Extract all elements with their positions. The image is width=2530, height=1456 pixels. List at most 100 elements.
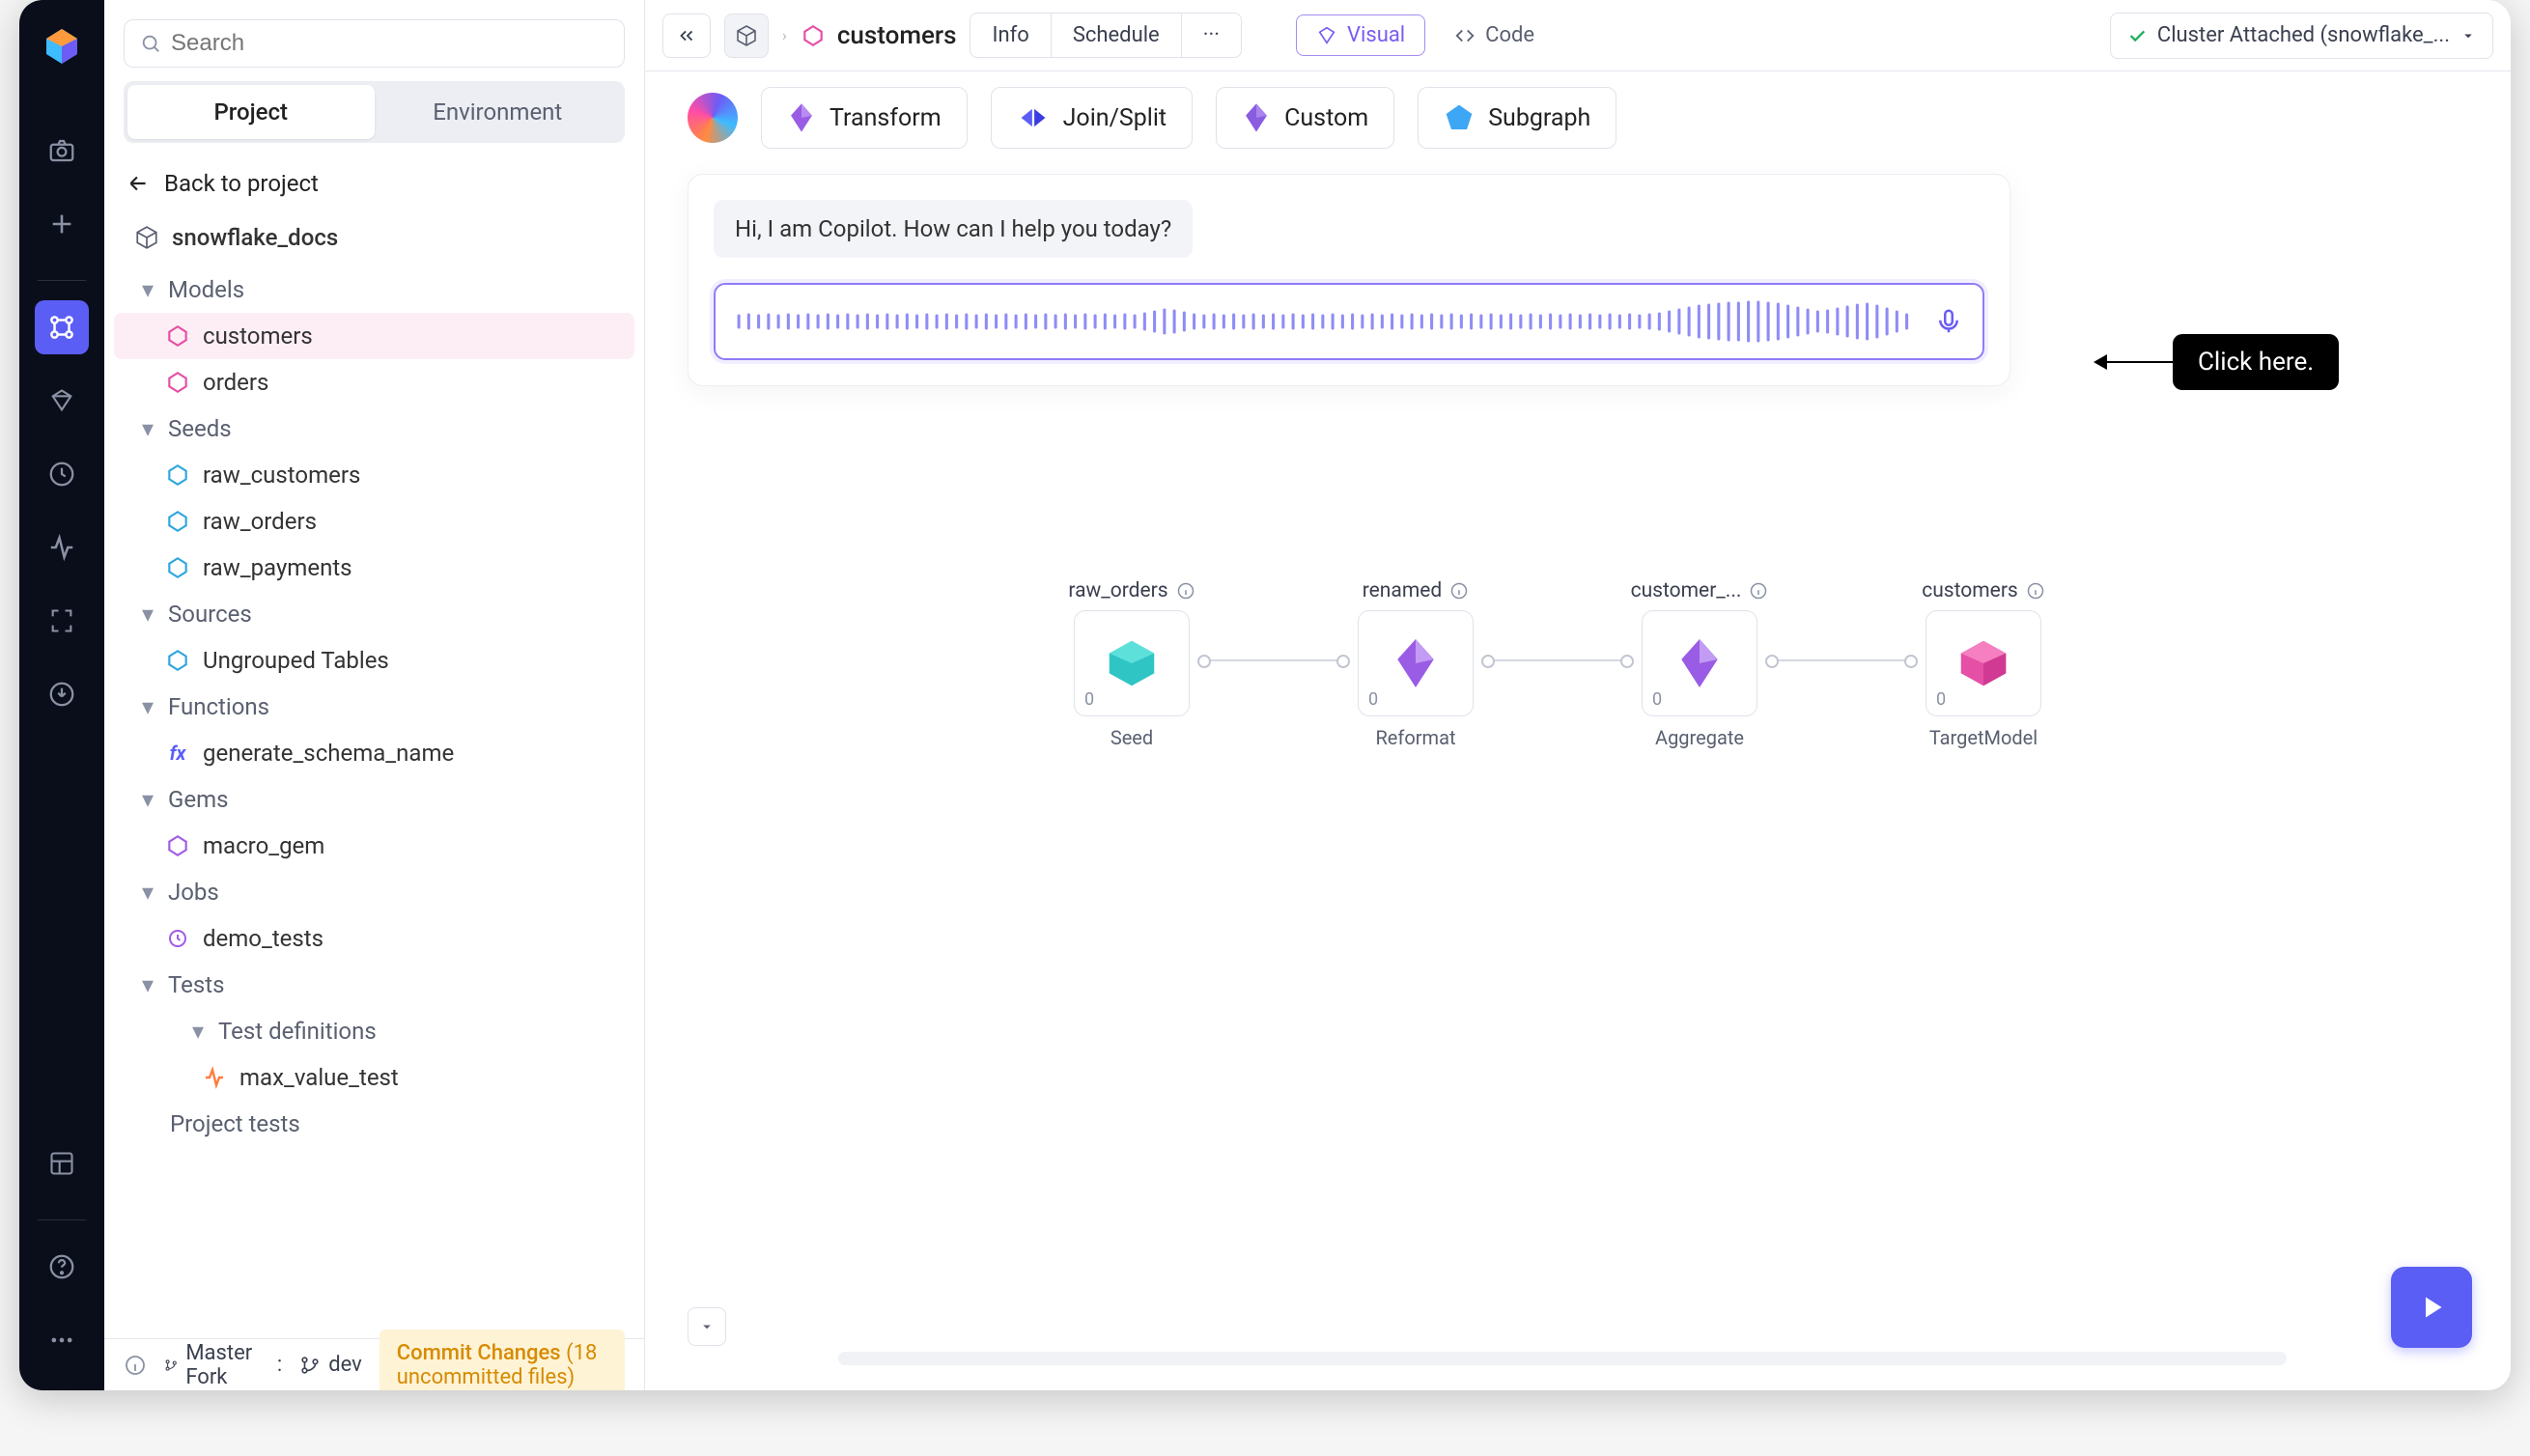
tree-section-test-definitions[interactable]: ▾ Test definitions: [104, 1008, 644, 1054]
hexagon-icon: [164, 554, 191, 581]
tree-item-generate-schema-name[interactable]: fx generate_schema_name: [104, 730, 644, 776]
gem-icon: [1675, 633, 1724, 693]
footer-bar: Master Fork : dev Commit Changes (18 unc…: [104, 1338, 644, 1390]
tree-section-sources[interactable]: ▾ Sources: [104, 591, 644, 637]
tree-section-gems[interactable]: ▾ Gems: [104, 776, 644, 823]
activity-icon: [201, 1064, 228, 1091]
info-icon[interactable]: [1176, 581, 1195, 601]
gem-joinsplit[interactable]: Join/Split: [991, 87, 1193, 149]
run-button[interactable]: [2391, 1267, 2472, 1348]
tree-section-jobs[interactable]: ▾ Jobs: [104, 869, 644, 915]
gem-icon: [1242, 101, 1271, 134]
chevron-down-icon: ▾: [139, 420, 156, 437]
gem-custom[interactable]: Custom: [1216, 87, 1394, 149]
cluster-selector[interactable]: Cluster Attached (snowflake_...: [2110, 13, 2493, 59]
tree-item-macro-gem[interactable]: macro_gem: [104, 823, 644, 869]
info-icon[interactable]: [1749, 581, 1768, 601]
node-customers-target[interactable]: customers 0 TargetModel: [1912, 579, 2055, 749]
branch-dev[interactable]: dev: [299, 1353, 362, 1377]
node-customer-agg[interactable]: customer_... 0 Aggregate: [1628, 579, 1771, 749]
gem-subgraph[interactable]: Subgraph: [1418, 87, 1616, 149]
cube-icon: [133, 224, 160, 251]
git-branch-icon: [299, 1355, 321, 1376]
chevron-down-icon: ▾: [139, 976, 156, 994]
chevron-down-icon: ▾: [139, 605, 156, 623]
branch-master[interactable]: Master Fork: [164, 1341, 260, 1389]
tree-item-orders[interactable]: orders: [104, 359, 644, 406]
tree-section-tests[interactable]: ▾ Tests: [104, 962, 644, 1008]
pipeline-canvas[interactable]: raw_orders 0 Seed renamed: [645, 386, 2511, 1390]
tab-info[interactable]: Info: [970, 14, 1050, 57]
toggle-visual[interactable]: Visual: [1296, 14, 1425, 56]
tree-section-models[interactable]: ▾ Models: [104, 266, 644, 313]
tab-environment[interactable]: Environment: [375, 85, 622, 139]
rail-plus-icon[interactable]: [35, 197, 89, 251]
rail-layout-icon[interactable]: [35, 1136, 89, 1190]
search-input[interactable]: [171, 30, 608, 57]
rail-download-icon[interactable]: [35, 667, 89, 721]
rail-camera-icon[interactable]: [35, 124, 89, 178]
play-icon: [2414, 1290, 2449, 1325]
tree-item-customers[interactable]: customers: [114, 313, 634, 359]
hexagon-icon: [164, 832, 191, 859]
joinsplit-icon: [1017, 103, 1050, 132]
commit-changes-button[interactable]: Commit Changes (18 uncommitted files): [380, 1330, 625, 1391]
node-renamed[interactable]: renamed 0 Reformat: [1344, 579, 1487, 749]
copilot-input[interactable]: [714, 283, 1984, 360]
rail-clock-icon[interactable]: [35, 447, 89, 501]
search-box[interactable]: [124, 19, 625, 68]
toggle-code[interactable]: Code: [1439, 15, 1550, 55]
chevron-down-icon: ▾: [139, 791, 156, 808]
cube-target-icon: [1954, 633, 2013, 693]
tab-more[interactable]: ···: [1181, 14, 1241, 57]
caret-down-icon: [2460, 27, 2477, 44]
code-icon: [1454, 25, 1476, 46]
project-tree: snowflake_docs ▾ Models customers orders…: [104, 214, 644, 1338]
info-icon[interactable]: [1449, 581, 1469, 601]
tree-item-max-value-test[interactable]: max_value_test: [104, 1054, 644, 1101]
back-label: Back to project: [164, 170, 319, 197]
hexagon-icon: [164, 508, 191, 535]
canvas-expand-button[interactable]: [688, 1307, 726, 1346]
tree-item-raw-orders[interactable]: raw_orders: [104, 498, 644, 545]
tree-project-root[interactable]: snowflake_docs: [104, 214, 644, 261]
node-raw-orders[interactable]: raw_orders 0 Seed: [1060, 579, 1203, 749]
diamond-icon: [1316, 25, 1337, 46]
copilot-card: Hi, I am Copilot. How can I help you tod…: [688, 174, 2010, 386]
tree-item-demo-tests[interactable]: demo_tests: [104, 915, 644, 962]
tree-item-raw-customers[interactable]: raw_customers: [104, 452, 644, 498]
search-icon: [140, 33, 161, 54]
rail-more-icon[interactable]: [35, 1313, 89, 1367]
collapse-button[interactable]: [662, 14, 711, 58]
microphone-icon[interactable]: [1934, 307, 1963, 336]
info-icon[interactable]: [124, 1354, 147, 1377]
rail-help-icon[interactable]: [35, 1240, 89, 1294]
main-area: › customers Info Schedule ··· Visual Cod…: [645, 0, 2511, 1390]
chevron-down-icon: ▾: [139, 698, 156, 715]
tree-item-project-tests[interactable]: Project tests: [104, 1101, 644, 1147]
rail-expand-icon[interactable]: [35, 594, 89, 648]
rail-pipeline-icon[interactable]: [35, 300, 89, 354]
rail-diamond-icon[interactable]: [35, 374, 89, 428]
gem-transform[interactable]: Transform: [761, 87, 968, 149]
tree-item-raw-payments[interactable]: raw_payments: [104, 545, 644, 591]
tree-item-ungrouped-tables[interactable]: Ungrouped Tables: [104, 637, 644, 684]
rail-activity-icon[interactable]: [35, 520, 89, 574]
chevrons-left-icon: [676, 25, 697, 46]
tree-section-seeds[interactable]: ▾ Seeds: [104, 406, 644, 452]
edge: [1771, 659, 1912, 661]
hexagon-icon: [164, 462, 191, 489]
info-icon[interactable]: [2026, 581, 2045, 601]
tooltip-callout: Click here.: [2094, 334, 2339, 390]
back-to-project[interactable]: Back to project: [104, 160, 644, 214]
sidebar-tabs: Project Environment: [124, 81, 625, 143]
tab-schedule[interactable]: Schedule: [1051, 14, 1181, 57]
tree-section-functions[interactable]: ▾ Functions: [104, 684, 644, 730]
breadcrumb-root[interactable]: [724, 14, 769, 58]
canvas-scrollbar[interactable]: [838, 1352, 2287, 1365]
copilot-greeting: Hi, I am Copilot. How can I help you tod…: [714, 200, 1193, 258]
edge: [1487, 659, 1628, 661]
breadcrumb-current[interactable]: customers: [801, 21, 957, 50]
copilot-logo[interactable]: [688, 93, 738, 143]
tab-project[interactable]: Project: [127, 85, 375, 139]
